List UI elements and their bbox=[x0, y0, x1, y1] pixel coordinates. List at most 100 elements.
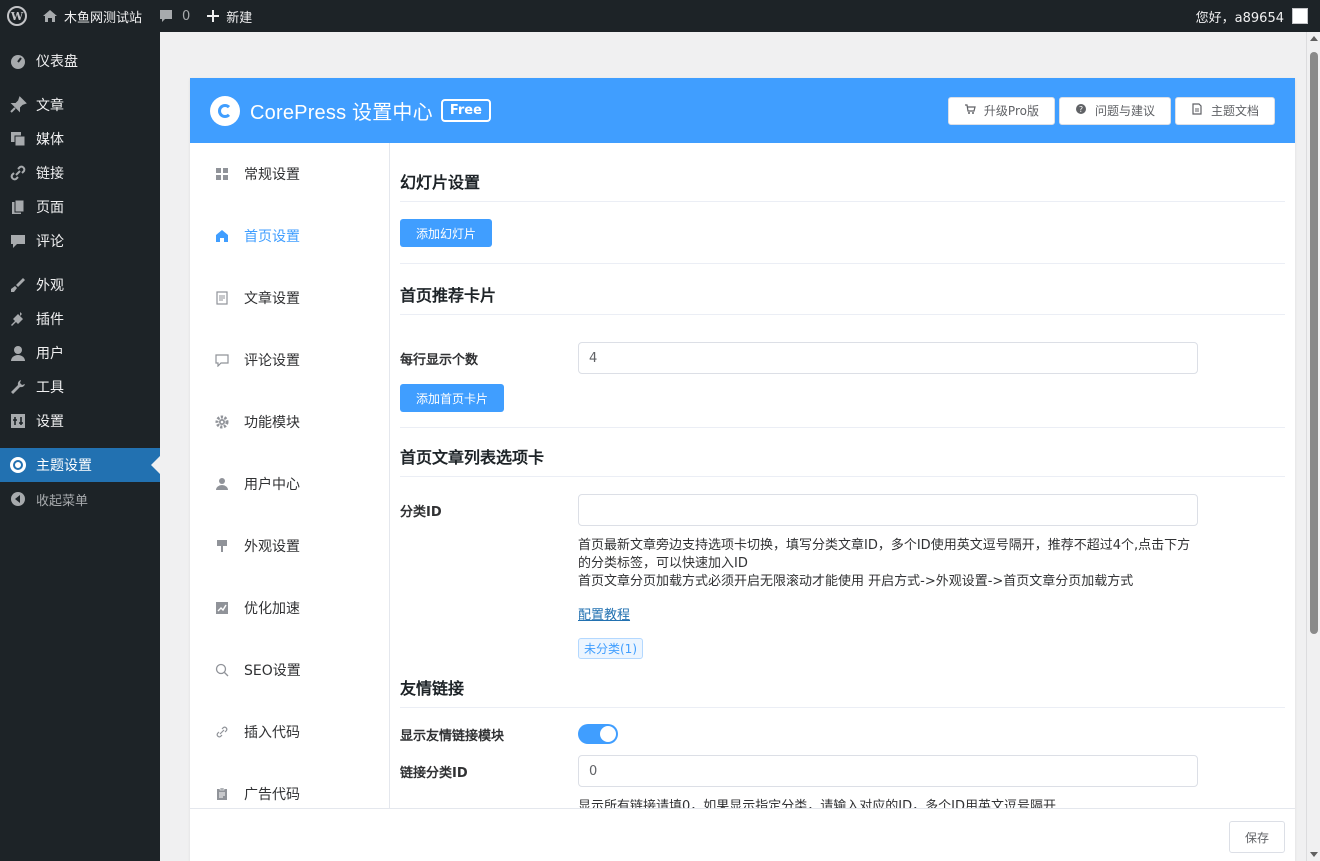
collapse-icon bbox=[8, 489, 28, 509]
page-scrollbar[interactable] bbox=[1306, 32, 1320, 861]
theme-docs-button[interactable]: 主题文档 bbox=[1174, 96, 1275, 125]
panel-title: CorePress 设置中心 bbox=[250, 102, 433, 124]
subnav-home[interactable]: 首页设置 bbox=[190, 205, 389, 267]
search-icon bbox=[214, 663, 230, 677]
site-name-link[interactable]: 木鱼网测试站 bbox=[34, 0, 150, 32]
settings-icon bbox=[8, 411, 28, 431]
menu-item-tools[interactable]: 工具 bbox=[0, 370, 160, 404]
tabs-section: 首页文章列表选项卡 分类ID 首页最新文章旁边支持选项卡切换，填写分类文章ID，… bbox=[400, 428, 1285, 659]
friend-links-section: 友情链接 显示友情链接模块 链接分类ID 0 显示所有链接请填0，如果显示指定分… bbox=[400, 659, 1285, 808]
collapse-menu-button[interactable]: 收起菜单 bbox=[0, 482, 160, 516]
subnav-label: 外观设置 bbox=[244, 539, 300, 555]
avatar bbox=[1292, 8, 1308, 24]
free-badge: Free bbox=[440, 99, 491, 122]
per-row-input[interactable]: 4 bbox=[578, 342, 1198, 374]
show-friend-links-switch[interactable] bbox=[578, 724, 618, 744]
subnav-optimize[interactable]: 优化加速 bbox=[190, 577, 389, 639]
menu-item-pages[interactable]: 页面 bbox=[0, 190, 160, 224]
link-icon bbox=[214, 725, 230, 739]
admin-bar: W 木鱼网测试站 0 新建 您好，a89654 bbox=[0, 0, 1320, 32]
menu-item-users[interactable]: 用户 bbox=[0, 336, 160, 370]
subnav-label: 评论设置 bbox=[244, 353, 300, 369]
menu-label: 媒体 bbox=[36, 132, 64, 148]
subnav-label: 文章设置 bbox=[244, 291, 300, 307]
pagination-help-text: 首页文章分页加载方式必须开启无限滚动才能使用 开启方式->外观设置->首页文章分… bbox=[578, 574, 1134, 589]
wrench-icon bbox=[8, 377, 28, 397]
new-content-link[interactable]: 新建 bbox=[198, 0, 260, 32]
menu-item-media[interactable]: 媒体 bbox=[0, 122, 160, 156]
subnav-seo[interactable]: SEO设置 bbox=[190, 639, 389, 701]
wordpress-logo-button[interactable]: W bbox=[0, 0, 34, 32]
feedback-button[interactable]: ? 问题与建议 bbox=[1058, 96, 1171, 125]
subnav-comment[interactable]: 评论设置 bbox=[190, 329, 389, 391]
media-icon bbox=[8, 129, 28, 149]
panel-footer: 保存 bbox=[190, 808, 1295, 861]
upgrade-pro-button[interactable]: 升级Pro版 bbox=[947, 96, 1055, 125]
question-icon: ? bbox=[1075, 103, 1087, 118]
comments-link[interactable]: 0 bbox=[150, 0, 198, 32]
menu-label: 页面 bbox=[36, 200, 64, 216]
subnav-label: 功能模块 bbox=[244, 415, 300, 431]
user-icon bbox=[8, 343, 28, 363]
subnav-appearance[interactable]: 外观设置 bbox=[190, 515, 389, 577]
subnav-general[interactable]: 常规设置 bbox=[190, 143, 389, 205]
menu-label: 主题设置 bbox=[36, 458, 92, 474]
new-content-label: 新建 bbox=[226, 10, 253, 26]
user-icon bbox=[214, 477, 230, 491]
menu-label: 收起菜单 bbox=[36, 493, 89, 509]
per-row-label: 每行显示个数 bbox=[400, 352, 479, 368]
chat-icon bbox=[214, 353, 230, 367]
page-icon bbox=[8, 197, 28, 217]
cart-icon bbox=[964, 103, 976, 118]
add-home-card-button[interactable]: 添加首页卡片 bbox=[400, 384, 505, 412]
home-icon bbox=[42, 8, 58, 24]
subnav-label: 首页设置 bbox=[244, 229, 300, 245]
scroll-down-icon[interactable] bbox=[1310, 852, 1318, 857]
subnav-post[interactable]: 文章设置 bbox=[190, 267, 389, 329]
menu-item-posts[interactable]: 文章 bbox=[0, 88, 160, 122]
menu-item-theme-settings[interactable]: 主题设置 bbox=[0, 448, 160, 482]
subnav-modules[interactable]: 功能模块 bbox=[190, 391, 389, 453]
upgrade-pro-label: 升级Pro版 bbox=[983, 104, 1039, 118]
menu-item-appearance[interactable]: 外观 bbox=[0, 268, 160, 302]
comment-icon bbox=[8, 231, 28, 251]
scrollbar-thumb[interactable] bbox=[1310, 52, 1318, 634]
menu-item-plugins[interactable]: 插件 bbox=[0, 302, 160, 336]
clipboard-icon bbox=[214, 787, 230, 801]
link-category-id-input[interactable]: 0 bbox=[578, 755, 1198, 787]
slides-section-title: 幻灯片设置 bbox=[400, 143, 1285, 202]
menu-item-links[interactable]: 链接 bbox=[0, 156, 160, 190]
add-slide-button[interactable]: 添加幻灯片 bbox=[400, 219, 493, 247]
subnav-insert-code[interactable]: 插入代码 bbox=[190, 701, 389, 763]
my-account-menu[interactable]: 您好，a89654 bbox=[1196, 7, 1320, 26]
subnav-label: SEO设置 bbox=[244, 663, 301, 679]
pin-icon bbox=[8, 95, 28, 115]
comment-bubble-icon bbox=[158, 8, 174, 24]
greeting-label: 您好，a89654 bbox=[1195, 10, 1284, 26]
corepress-logo-icon bbox=[210, 95, 240, 126]
document-icon bbox=[1191, 103, 1203, 118]
menu-label: 设置 bbox=[36, 414, 64, 430]
save-button[interactable]: 保存 bbox=[1228, 821, 1285, 853]
appearance-icon bbox=[8, 275, 28, 295]
settings-subnav: 常规设置 首页设置 文章设置 评论设置 功能模块 用户中心 外观设置 优化加速 … bbox=[190, 143, 390, 808]
corepress-icon bbox=[8, 455, 28, 475]
menu-item-comments[interactable]: 评论 bbox=[0, 224, 160, 258]
menu-item-dashboard[interactable]: 仪表盘 bbox=[0, 44, 160, 78]
article-icon bbox=[214, 291, 230, 305]
config-tutorial-link[interactable]: 配置教程 bbox=[578, 608, 630, 623]
category-id-input[interactable] bbox=[578, 494, 1198, 526]
comments-count: 0 bbox=[182, 8, 191, 24]
tabs-section-title: 首页文章列表选项卡 bbox=[400, 428, 1285, 477]
scroll-up-icon[interactable] bbox=[1310, 36, 1318, 41]
menu-item-settings[interactable]: 设置 bbox=[0, 404, 160, 438]
subnav-label: 插入代码 bbox=[244, 725, 300, 741]
panel-header: CorePress 设置中心 Free 升级Pro版 ? 问题与建议 主题文档 bbox=[190, 78, 1295, 143]
link-category-help-text: 显示所有链接请填0，如果显示指定分类，请输入对应的ID，多个ID用英文逗号隔开 bbox=[578, 799, 1056, 808]
corepress-settings-panel: CorePress 设置中心 Free 升级Pro版 ? 问题与建议 主题文档 … bbox=[190, 78, 1295, 861]
category-tag-uncategorized[interactable]: 未分类(1) bbox=[578, 638, 643, 659]
subnav-user-center[interactable]: 用户中心 bbox=[190, 453, 389, 515]
menu-label: 链接 bbox=[36, 166, 64, 182]
feedback-label: 问题与建议 bbox=[1094, 104, 1155, 118]
plugin-icon bbox=[8, 309, 28, 329]
